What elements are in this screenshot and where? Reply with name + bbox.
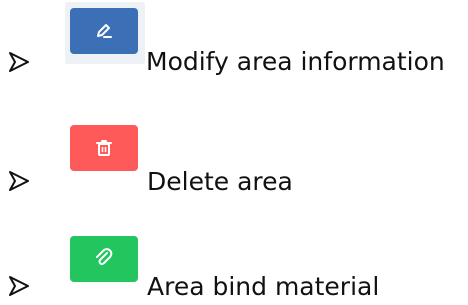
pencil-icon <box>97 24 112 38</box>
edit-button[interactable] <box>70 8 138 54</box>
list-item-bind-material: Area bind material <box>0 220 468 301</box>
item-label: Modify area information <box>146 47 445 76</box>
bind-material-button[interactable] <box>70 236 138 282</box>
list-item-delete-area: Delete area <box>0 110 468 196</box>
list-item-modify-area: Modify area information <box>0 0 468 80</box>
item-label: Delete area <box>147 167 293 196</box>
arrow-bullet-icon <box>8 51 30 73</box>
paperclip-icon <box>96 248 113 265</box>
trash-icon <box>96 140 112 156</box>
item-label: Area bind material <box>147 272 380 301</box>
arrow-bullet-icon <box>8 170 30 192</box>
delete-button[interactable] <box>70 125 138 171</box>
arrow-bullet-icon <box>8 275 30 297</box>
